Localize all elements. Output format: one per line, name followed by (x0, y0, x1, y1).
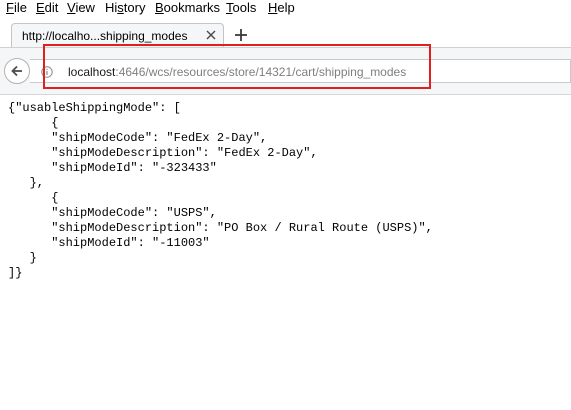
menu-help-rest: elp (277, 0, 295, 15)
url-bar[interactable]: localhost:4646/wcs/resources/store/14321… (30, 59, 571, 83)
menu-file-key: F (6, 0, 14, 15)
menu-edit[interactable]: Edit (36, 0, 58, 15)
menu-edit-key: E (36, 0, 45, 15)
nav-bar: localhost:4646/wcs/resources/store/14321… (0, 47, 571, 95)
json-line: }, (8, 176, 45, 190)
menu-history-rest: tory (123, 0, 146, 15)
close-icon[interactable] (204, 28, 218, 42)
back-arrow-icon (11, 65, 22, 77)
json-line: "shipModeCode": "USPS", (8, 206, 217, 220)
json-line: "shipModeId": "-323433" (8, 161, 217, 175)
url-host: localhost (68, 65, 116, 79)
json-line: {"usableShippingMode": [ (8, 101, 181, 115)
plus-icon[interactable] (233, 27, 249, 43)
json-line: { (8, 191, 59, 205)
json-line: { (8, 116, 59, 130)
json-line: "shipModeId": "-11003" (8, 236, 210, 250)
menu-view-rest: iew (75, 0, 95, 15)
menu-bookmarks[interactable]: Bookmarks (155, 0, 220, 15)
menu-view[interactable]: View (67, 0, 95, 15)
json-line: } (8, 251, 37, 265)
menu-file[interactable]: File (6, 0, 27, 15)
menu-bar: File Edit View History Bookmarks Tools H… (0, 0, 571, 18)
url-text[interactable]: localhost:4646/wcs/resources/store/14321… (68, 65, 406, 79)
url-path: :4646/wcs/resources/store/14321/cart/shi… (115, 65, 407, 79)
json-response: {"usableShippingMode": [ { "shipModeCode… (8, 101, 433, 281)
menu-bookmarks-rest: ookmarks (163, 0, 221, 15)
menu-history-pre: Hi (105, 0, 118, 15)
info-icon[interactable] (41, 65, 53, 78)
page-content: {"usableShippingMode": [ { "shipModeCode… (0, 95, 571, 410)
menu-bookmarks-key: B (155, 0, 164, 15)
tab-shipping-modes[interactable]: http://localho...shipping_modes (11, 23, 224, 47)
tab-strip: http://localho...shipping_modes (0, 18, 571, 47)
json-line: "shipModeDescription": "PO Box / Rural R… (8, 221, 433, 235)
json-line: "shipModeCode": "FedEx 2-Day", (8, 131, 268, 145)
back-button[interactable] (4, 58, 30, 84)
json-line: "shipModeDescription": "FedEx 2-Day", (8, 146, 318, 160)
menu-help[interactable]: Help (268, 0, 295, 15)
menu-help-key: H (268, 0, 278, 15)
tab-title: http://localho...shipping_modes (22, 29, 188, 43)
menu-file-rest: ile (13, 0, 27, 15)
menu-history[interactable]: History (105, 0, 145, 15)
menu-edit-rest: dit (44, 0, 59, 15)
menu-tools-rest: ools (232, 0, 257, 15)
menu-tools[interactable]: Tools (226, 0, 256, 15)
json-line: ]} (8, 266, 23, 280)
